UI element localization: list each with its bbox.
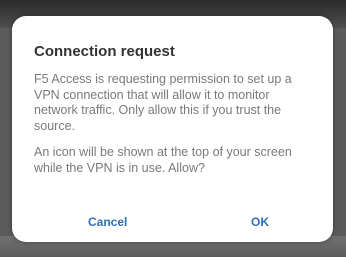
permission-message: F5 Access is requesting permission to se…	[34, 72, 292, 133]
dialog-actions: Cancel OK	[12, 214, 333, 234]
dialog-title: Connection request	[34, 43, 175, 60]
vpn-icon-notice: An icon will be shown at the top of your…	[34, 145, 292, 175]
vpn-permission-dialog: Connection request F5 Access is requesti…	[12, 16, 333, 242]
ok-button[interactable]: OK	[251, 214, 269, 230]
cancel-button[interactable]: Cancel	[88, 214, 127, 230]
